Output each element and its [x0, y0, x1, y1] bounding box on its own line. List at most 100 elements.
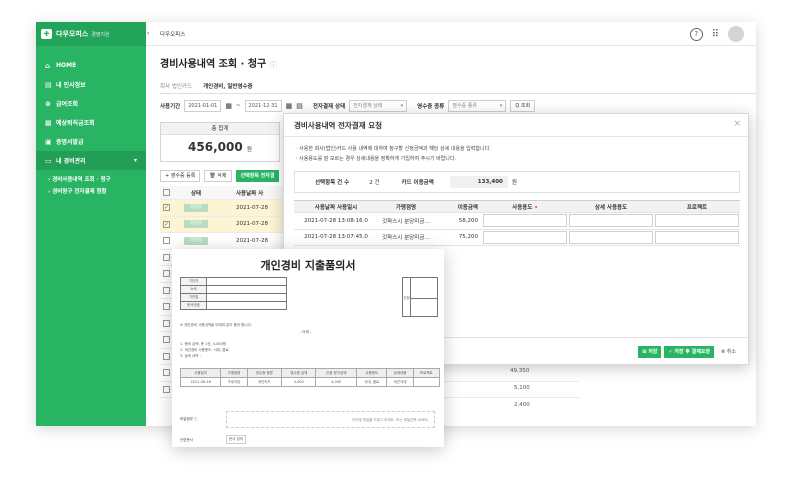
- avatar[interactable]: [728, 26, 744, 42]
- document-note: ※ 개인경비 사용내역을 아래와 같이 품의 합니다.: [180, 323, 252, 327]
- col-amount: 이용금액: [457, 204, 478, 211]
- breadcrumb[interactable]: 다우오피스: [160, 30, 185, 38]
- sidebar-item-label: HOME: [56, 62, 77, 69]
- save-button[interactable]: ⊞ 저장: [638, 346, 662, 358]
- total-label: 총 합계: [161, 123, 279, 135]
- sidebar-item-salary[interactable]: ⊚ 급여조회: [36, 94, 146, 113]
- row-checkbox[interactable]: ✓: [163, 220, 170, 228]
- sidebar-item-label: 예상퇴직금조회: [56, 120, 95, 127]
- related-doc-label: 관련문서: [180, 438, 193, 442]
- add-receipt-button[interactable]: + 영수증 등록: [160, 170, 201, 182]
- row-checkbox[interactable]: [163, 336, 170, 344]
- row-checkbox[interactable]: [163, 319, 170, 327]
- document-search-button[interactable]: 문서 검색: [226, 435, 246, 444]
- grid-amount: 5,100: [514, 385, 530, 391]
- sidebar-subitem-approval-status[interactable]: › 경비청구 전자결재 현황: [36, 185, 146, 197]
- sidebar-item-certificate[interactable]: ▣ 증명서발급: [36, 132, 146, 151]
- row-checkbox[interactable]: [163, 352, 170, 360]
- end-date-input[interactable]: 2021-12-31: [244, 100, 282, 112]
- brand-sub: 경영지원: [91, 31, 110, 38]
- row-checkbox[interactable]: [163, 253, 170, 261]
- document-mid: - 아래 -: [300, 330, 312, 334]
- signature-box: 신청: [402, 277, 438, 317]
- sidebar-subitem-expense-history[interactable]: › 경비사용내역 조회 · 청구: [36, 173, 146, 185]
- save-and-request-button[interactable]: ✓ 저장 후 결재요청: [664, 346, 715, 358]
- count-label: 선택항목 건 수: [315, 180, 350, 186]
- row-checkbox[interactable]: ✓: [163, 204, 170, 212]
- file-dropzone[interactable]: 이곳에 파일을 드래그 하세요. 또는 파일선택 (0MB): [226, 411, 435, 428]
- total-unit: 원: [246, 147, 252, 153]
- chevron-down-icon: ▾: [133, 157, 137, 164]
- purpose-input[interactable]: [483, 214, 567, 228]
- col-merchant: 가맹점명: [395, 204, 417, 211]
- card-amount-label: 카드 이용금액: [401, 180, 434, 186]
- modal-title: 경비사용내역 전자결재 요청: [294, 121, 383, 130]
- info-icon[interactable]: ⓘ: [270, 61, 277, 69]
- receipt-type-select[interactable]: 영수증 종류: [448, 100, 507, 112]
- total-summary: 총 합계 456,000 원: [160, 122, 280, 162]
- receipt-icon: ▭: [45, 156, 52, 165]
- project-input[interactable]: [655, 230, 739, 244]
- grid-actions: + 영수증 등록 🗑 삭제 선택항목 전자결: [160, 170, 280, 182]
- coin-icon: ⊚: [45, 99, 51, 108]
- cancel-button[interactable]: ⊗ 취소: [717, 346, 740, 358]
- calculator-icon: ▦: [45, 118, 52, 127]
- count-value: 2 건: [369, 180, 380, 186]
- apps-grid-icon[interactable]: ⠿: [712, 29, 719, 40]
- modal-table-header: 사용날짜 사용일시 가맹점명 이용금액 사용용도 • 상세 사용용도 프로젝트: [294, 200, 740, 213]
- delete-button[interactable]: 🗑 삭제: [204, 170, 232, 182]
- row-date: 2021-07-28: [236, 204, 268, 211]
- modal-desc-line: · 사용한 회사(법인)카드 사용 내역에 대하여 청구할 신청금액과 해당 상…: [296, 146, 491, 152]
- row-checkbox[interactable]: [163, 270, 170, 278]
- request-approval-button[interactable]: 선택항목 전자결: [235, 170, 280, 182]
- table-row: 2021-07-28 13:08:16.0 갓파스시 분당미금… 58,200: [294, 213, 740, 230]
- document-items-table: 사용일자 가맹점명 영수증 종류 영수증 금액 신청 청구금액 사용용도 상세내용 프로젝트 …: [179, 368, 441, 387]
- detail-input[interactable]: [569, 214, 653, 228]
- detail-input[interactable]: [569, 230, 653, 244]
- page-title: 경비사용내역 조회 · 청구 ⓘ: [160, 59, 277, 70]
- document-info-table: 기안자 소속 기안일 문서번호: [180, 277, 287, 310]
- grid-amount: 49,350: [510, 368, 530, 374]
- calendar-icon[interactable]: ▦: [286, 102, 293, 110]
- sidebar-item-expense[interactable]: ▭ 내 경비관리 ▾: [36, 151, 146, 170]
- sidebar: ✚ 다우오피스 경영지원 ⌂ HOME ▤ 내 인사정보 ⊚ 급여조회 ▦ 예상퇴직금조…: [36, 22, 146, 426]
- sidebar-item-my-info[interactable]: ▤ 내 인사정보: [36, 75, 146, 94]
- modal-summary: 선택항목 건 수 2 건 카드 이용금액 133,400 원: [294, 171, 740, 193]
- topbar: ‹ 다우오피스 ? ⠿: [146, 22, 756, 46]
- status-badge: 작성중: [184, 203, 208, 212]
- brand-logo-icon: ✚: [41, 29, 52, 39]
- row-checkbox[interactable]: [163, 303, 170, 311]
- help-icon[interactable]: ?: [689, 27, 703, 41]
- calendar-grid-icon[interactable]: ▤: [296, 102, 303, 110]
- collapse-icon[interactable]: ‹: [147, 30, 149, 37]
- sidebar-item-label: 급여조회: [56, 101, 79, 108]
- row-checkbox[interactable]: [163, 385, 170, 393]
- sidebar-item-label: 내 인사정보: [56, 82, 86, 89]
- id-card-icon: ▤: [45, 80, 52, 89]
- sidebar-item-home[interactable]: ⌂ HOME: [36, 56, 146, 75]
- approval-status-select[interactable]: 전자결재 상태: [349, 100, 408, 112]
- purpose-input[interactable]: [483, 230, 567, 244]
- calendar-icon[interactable]: ▦: [225, 102, 232, 110]
- start-date-input[interactable]: 2021-01-01: [184, 100, 222, 112]
- close-icon[interactable]: ×: [733, 119, 741, 129]
- status-badge: 작성중: [184, 220, 208, 229]
- total-amount: 456,000: [188, 140, 243, 154]
- approval-status-label: 전자결재 상태: [312, 104, 346, 110]
- select-all-checkbox[interactable]: [163, 189, 170, 196]
- project-input[interactable]: [655, 214, 739, 228]
- filter-bar: 사용기간 2021-01-01 ▦ ~ 2021-12-31 ▦ ▤ 전자결재 …: [160, 100, 536, 112]
- card-amount-unit: 원: [511, 180, 517, 186]
- row-checkbox[interactable]: [163, 237, 170, 245]
- col-project: 프로젝트: [686, 204, 708, 211]
- sidebar-item-severance[interactable]: ▦ 예상퇴직금조회: [36, 113, 146, 132]
- home-icon: ⌂: [45, 61, 51, 70]
- document-title: 개인경비 지출품의서: [260, 259, 356, 272]
- row-checkbox[interactable]: [163, 286, 170, 294]
- modal-description: · 사용한 회사(법인)카드 사용 내역에 대하여 청구할 신청금액과 해당 상…: [296, 144, 491, 164]
- sidebar-item-label: 내 경비관리: [56, 158, 86, 165]
- search-button[interactable]: Q 조회: [510, 100, 536, 112]
- brand[interactable]: ✚ 다우오피스 경영지원: [36, 22, 146, 46]
- row-checkbox[interactable]: [163, 369, 170, 377]
- table-row: 2021-07-28 13:07:45.0 갓파스시 분당미금… 75,200: [294, 230, 740, 246]
